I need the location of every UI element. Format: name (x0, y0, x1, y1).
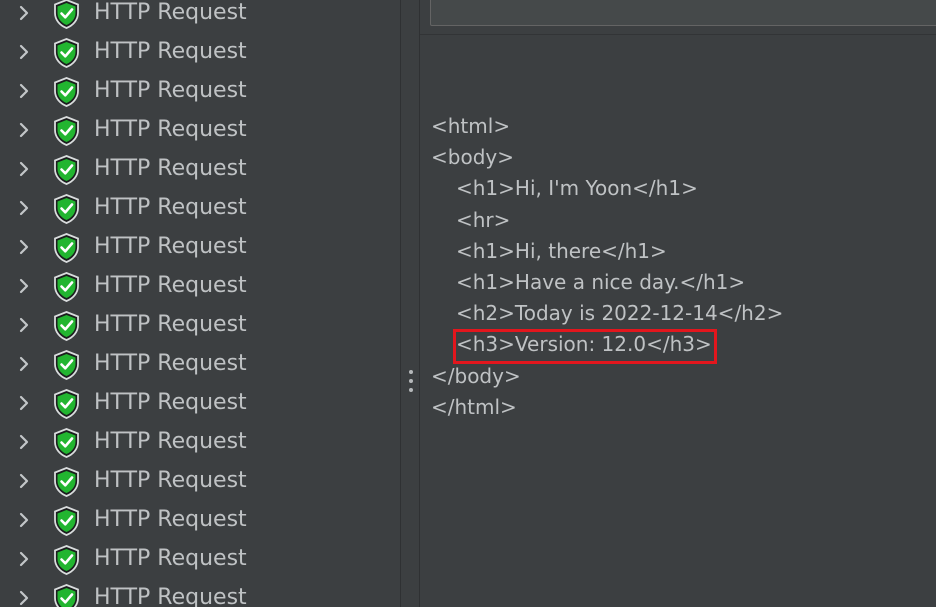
shield-check-icon (53, 38, 80, 68)
shield-check-icon (53, 194, 80, 224)
divider (420, 34, 936, 35)
shield-check-icon (53, 0, 80, 29)
shield-check-icon (53, 272, 80, 302)
tree-item-label: HTTP Request (94, 273, 247, 298)
response-panel: <html> <body> <h1>Hi, I'm Yoon</h1> <hr>… (420, 0, 936, 607)
tree-item-http-request[interactable]: HTTP Request (0, 150, 400, 189)
shield-check-icon (53, 584, 80, 607)
chevron-right-icon[interactable] (13, 548, 35, 570)
tree-item-http-request[interactable]: HTTP Request (0, 540, 400, 579)
code-line-body-open: <body> (431, 145, 514, 170)
tree-item-http-request[interactable]: HTTP Request (0, 189, 400, 228)
chevron-right-icon[interactable] (13, 314, 35, 336)
chevron-right-icon[interactable] (13, 353, 35, 375)
tree-item-http-request[interactable]: HTTP Request (0, 267, 400, 306)
chevron-right-icon[interactable] (13, 158, 35, 180)
chevron-right-icon[interactable] (13, 587, 35, 607)
tree-list: HTTP Request HTTP Request HTTP Request HTTP… (0, 0, 400, 607)
tree-item-label: HTTP Request (94, 546, 247, 571)
tree-item-http-request[interactable]: HTTP Request (0, 306, 400, 345)
tree-item-label: HTTP Request (94, 351, 247, 376)
search-field[interactable] (430, 0, 936, 26)
shield-check-icon (53, 389, 80, 419)
tree-item-label: HTTP Request (94, 39, 247, 64)
shield-check-icon (53, 311, 80, 341)
chevron-right-icon[interactable] (13, 470, 35, 492)
code-line-h1-nice-day: <h1>Have a nice day.</h1> (456, 269, 746, 294)
shield-check-icon (53, 506, 80, 536)
tree-item-http-request[interactable]: HTTP Request (0, 0, 400, 33)
tree-item-label: HTTP Request (94, 195, 247, 220)
chevron-right-icon[interactable] (13, 509, 35, 531)
tree-item-label: HTTP Request (94, 468, 247, 493)
tree-item-http-request[interactable]: HTTP Request (0, 462, 400, 501)
chevron-right-icon[interactable] (13, 2, 35, 24)
code-line-h1-there: <h1>Hi, there</h1> (456, 238, 667, 263)
chevron-right-icon[interactable] (13, 41, 35, 63)
tree-item-http-request[interactable]: HTTP Request (0, 228, 400, 267)
panel-splitter[interactable] (400, 0, 421, 607)
chevron-right-icon[interactable] (13, 119, 35, 141)
chevron-right-icon[interactable] (13, 431, 35, 453)
shield-check-icon (53, 467, 80, 497)
tree-item-http-request[interactable]: HTTP Request (0, 384, 400, 423)
shield-check-icon (53, 155, 80, 185)
tree-item-label: HTTP Request (94, 429, 247, 454)
shield-check-icon (53, 116, 80, 146)
tree-item-label: HTTP Request (94, 507, 247, 532)
chevron-right-icon[interactable] (13, 392, 35, 414)
shield-check-icon (53, 545, 80, 575)
code-line-hr: <hr> (456, 207, 511, 232)
code-line-h1-name: <h1>Hi, I'm Yoon</h1> (456, 176, 698, 201)
code-line-html-close: </html> (431, 394, 517, 419)
tree-item-label: HTTP Request (94, 585, 247, 607)
tree-item-http-request[interactable]: HTTP Request (0, 501, 400, 540)
tree-item-http-request[interactable]: HTTP Request (0, 33, 400, 72)
response-body: <html> <body> <h1>Hi, I'm Yoon</h1> <hr>… (431, 111, 783, 423)
tree-item-http-request[interactable]: HTTP Request (0, 72, 400, 111)
drag-handle-icon[interactable] (408, 370, 414, 396)
shield-check-icon (53, 233, 80, 263)
chevron-right-icon[interactable] (13, 80, 35, 102)
tree-item-label: HTTP Request (94, 312, 247, 337)
tree-item-http-request[interactable]: HTTP Request (0, 579, 400, 607)
shield-check-icon (53, 77, 80, 107)
tree-item-http-request[interactable]: HTTP Request (0, 345, 400, 384)
tree-item-label: HTTP Request (94, 390, 247, 415)
code-line-html-open: <html> (431, 114, 511, 138)
tree-item-label: HTTP Request (94, 78, 247, 103)
test-plan-tree: HTTP Request HTTP Request HTTP Request HTTP… (0, 0, 400, 607)
tree-item-http-request[interactable]: HTTP Request (0, 111, 400, 150)
shield-check-icon (53, 350, 80, 380)
chevron-right-icon[interactable] (13, 275, 35, 297)
code-line-body-close: </body> (431, 363, 521, 388)
code-line-h2-date: <h2>Today is 2022-12-14</h2> (456, 301, 784, 326)
shield-check-icon (53, 428, 80, 458)
chevron-right-icon[interactable] (13, 197, 35, 219)
tree-item-label: HTTP Request (94, 117, 247, 142)
app-window: HTTP Request HTTP Request HTTP Request HTTP… (0, 0, 936, 607)
tree-item-label: HTTP Request (94, 234, 247, 259)
tree-item-label: HTTP Request (94, 0, 247, 25)
highlight-annotation-box (453, 329, 717, 364)
tree-item-http-request[interactable]: HTTP Request (0, 423, 400, 462)
chevron-right-icon[interactable] (13, 236, 35, 258)
tree-item-label: HTTP Request (94, 156, 247, 181)
